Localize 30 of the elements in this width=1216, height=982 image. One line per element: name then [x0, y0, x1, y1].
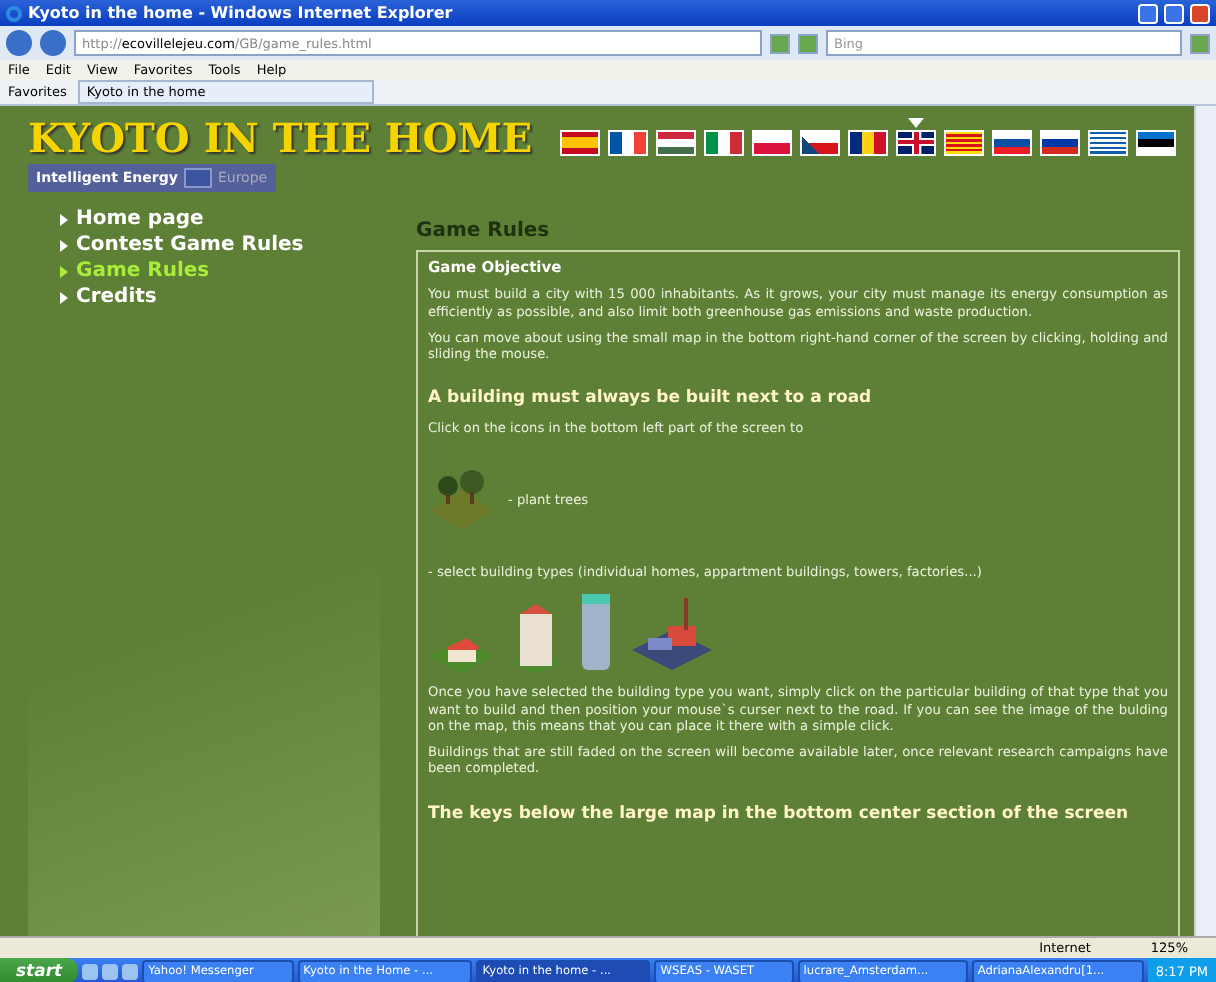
factory-icon: [632, 594, 712, 675]
flag-icon[interactable]: [992, 130, 1033, 156]
forward-button[interactable]: [40, 30, 66, 56]
eu-flag-icon: [183, 168, 212, 188]
section-heading: A building must always be built next to a road: [428, 388, 874, 410]
page-heading: Game Rules: [416, 220, 552, 242]
window-title: Kyoto in the home - Windows Internet Explorer: [28, 4, 455, 22]
flag-icon[interactable]: [800, 130, 841, 156]
nav-link[interactable]: Credits: [60, 286, 380, 308]
flag-icon[interactable]: [1088, 130, 1129, 156]
tree-tile-icon: [428, 466, 496, 535]
start-button[interactable]: start: [0, 958, 79, 982]
flag-icon[interactable]: [1136, 130, 1177, 156]
tower-icon: [576, 590, 616, 675]
flag-icon[interactable]: [896, 130, 937, 156]
flag-icon[interactable]: [608, 130, 649, 156]
restore-button[interactable]: [1164, 3, 1184, 23]
ie-icon: [6, 5, 22, 21]
scrollbar[interactable]: [1194, 106, 1216, 936]
flag-icon[interactable]: [560, 130, 601, 156]
nav-link[interactable]: Home page: [60, 208, 380, 230]
site-logo: KYOTO IN THE HOME: [28, 114, 533, 162]
apartment-building-icon: [512, 602, 560, 675]
close-button[interactable]: [1190, 3, 1210, 23]
flag-icon[interactable]: [848, 130, 889, 156]
nav-link[interactable]: Contest Game Rules: [60, 234, 380, 256]
section-heading: The keys below the large map in the bottom center section of the screen: [428, 803, 1131, 825]
flag-icon[interactable]: [1040, 130, 1081, 156]
minimize-button[interactable]: [1138, 3, 1158, 23]
back-button[interactable]: [6, 30, 32, 56]
